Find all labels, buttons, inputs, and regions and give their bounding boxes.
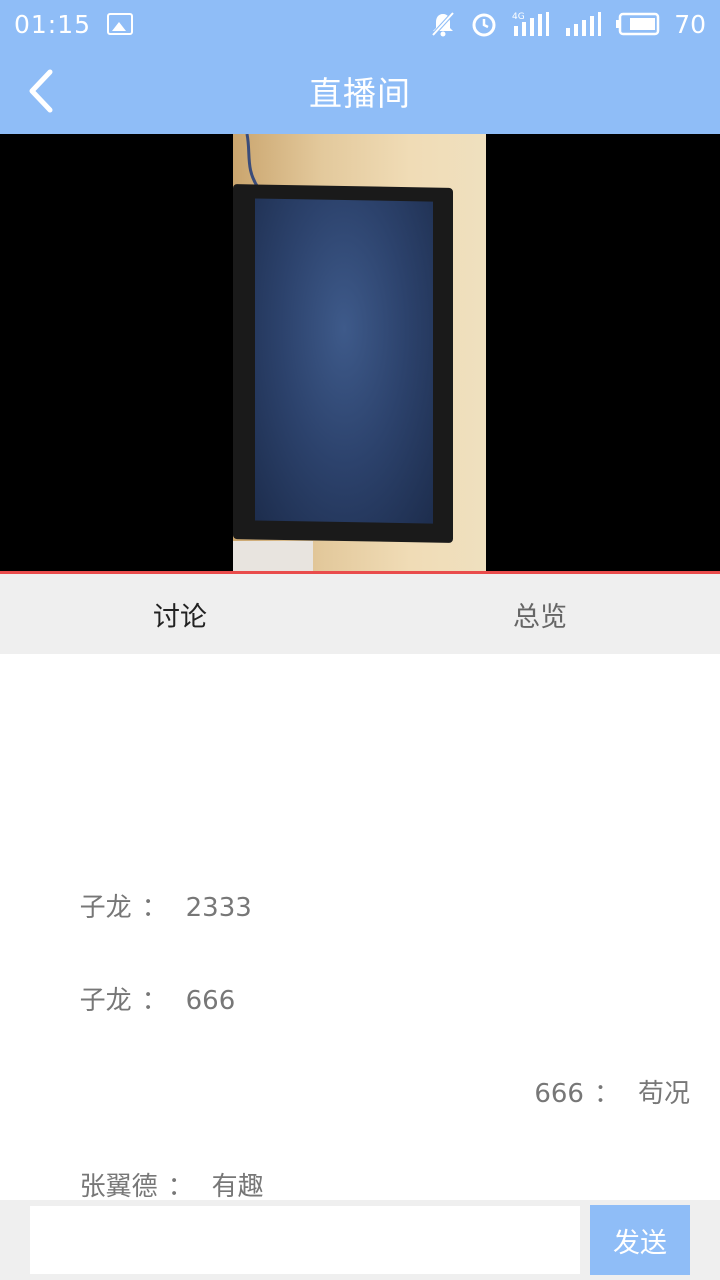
chat-input[interactable] [30, 1206, 580, 1274]
chevron-left-icon [29, 69, 53, 113]
network-label: 4G [512, 12, 525, 22]
message-separator: ： [167, 1172, 194, 1202]
list-item: 子龙 ： 666 [30, 950, 690, 1047]
message-text: 666 [185, 986, 236, 1016]
monitor-stand-graphic [233, 541, 313, 571]
live-room-screen: 01:15 4G 70 直播间 讨论 总览 子龙 ： 2333 子龙 ： 666… [0, 0, 720, 1280]
video-frame [233, 134, 486, 571]
image-icon [107, 13, 134, 35]
live-video-player[interactable] [0, 134, 720, 571]
tab-bar: 讨论 总览 [0, 574, 720, 654]
bell-muted-icon [431, 11, 455, 37]
alarm-icon [472, 13, 496, 37]
list-item: 666 ： 苟况 [30, 1043, 690, 1140]
battery-icon [616, 12, 660, 36]
monitor-graphic [233, 184, 453, 543]
message-user: 子龙 [79, 986, 132, 1016]
status-time: 01:15 [14, 9, 92, 39]
tab-overview[interactable]: 总览 [360, 574, 720, 654]
message-text: 苟况 [637, 1079, 690, 1109]
battery-level: 70 [674, 9, 706, 39]
signal-icon [566, 12, 602, 36]
status-icons: 4G 70 [430, 10, 706, 39]
message-text: 2333 [185, 893, 252, 923]
input-bar: 发送 [0, 1200, 720, 1280]
list-item: 子龙 ： 2333 [30, 857, 690, 954]
message-separator: ： [141, 986, 168, 1016]
monitor-screen-graphic [255, 198, 433, 524]
message-separator: ： [593, 1079, 620, 1109]
tab-discussion[interactable]: 讨论 [0, 574, 360, 654]
message-user: 666 [534, 1079, 584, 1109]
status-bar: 01:15 4G 70 [0, 0, 720, 48]
message-user: 子龙 [79, 893, 132, 923]
signal-4g-icon: 4G [512, 12, 550, 36]
message-user: 张翼德 [79, 1172, 158, 1202]
back-button[interactable] [20, 66, 70, 116]
send-button[interactable]: 发送 [590, 1205, 690, 1275]
page-title: 直播间 [309, 74, 411, 113]
message-list: 子龙 ： 2333 子龙 ： 666 666 ： 苟况 张翼德 ： 有趣 [0, 654, 720, 1202]
title-bar: 直播间 [0, 48, 720, 134]
message-separator: ： [141, 893, 168, 923]
message-text: 有趣 [211, 1172, 264, 1202]
